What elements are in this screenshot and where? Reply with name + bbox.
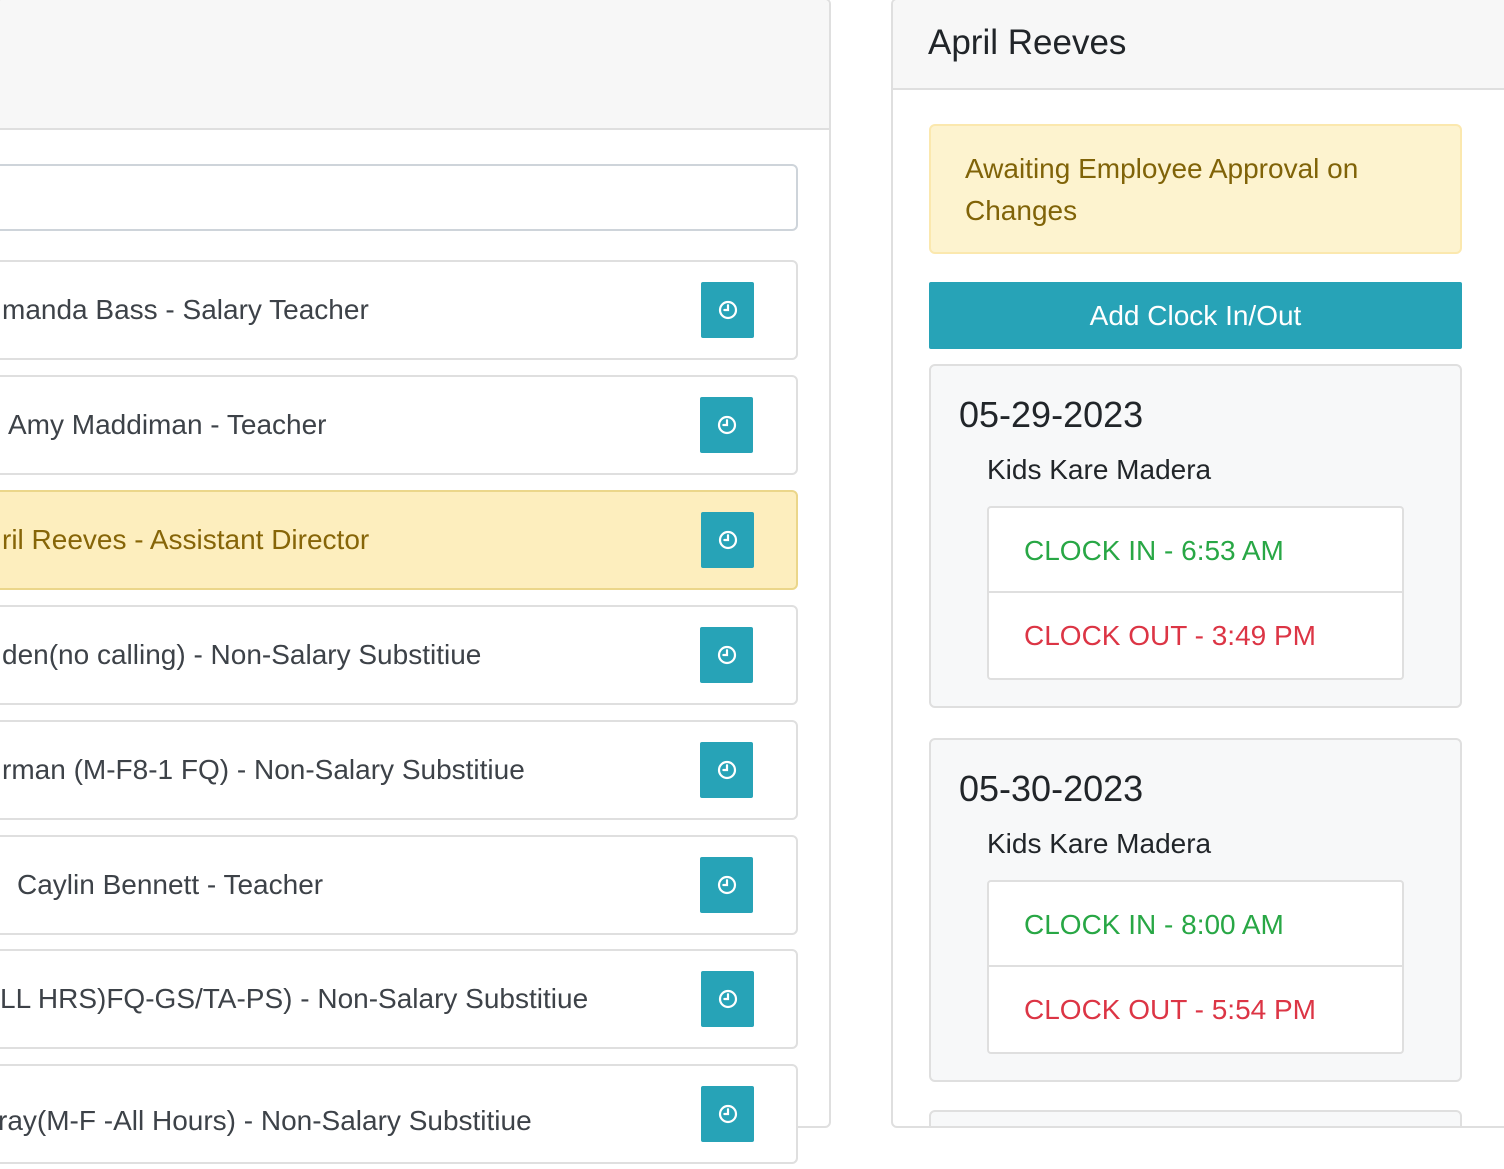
employee-list-item[interactable]: rman (M-F8-1 FQ) - Non-Salary Substitiue <box>0 720 798 820</box>
clock-icon <box>718 300 738 320</box>
clock-icon <box>717 875 737 895</box>
clock-icon <box>718 1104 738 1124</box>
employee-list-item[interactable]: LL HRS)FQ-GS/TA-PS) - Non-Salary Substit… <box>0 949 798 1049</box>
day-location: Kids Kare Madera <box>987 828 1212 859</box>
approval-alert: Awaiting Employee Approval on Changes <box>929 124 1462 254</box>
clock-icon <box>717 645 737 665</box>
day-date: 05-29-2023 <box>959 394 1144 435</box>
punch-list: CLOCK IN - 8:00 AM CLOCK OUT - 5:54 PM <box>987 880 1404 1054</box>
day-card: 05-29-2023 Kids Kare Madera CLOCK IN - 6… <box>929 364 1462 708</box>
punch-list: CLOCK IN - 6:53 AM CLOCK OUT - 3:49 PM <box>987 506 1404 680</box>
day-card: 05-30-2023 Kids Kare Madera CLOCK IN - 8… <box>929 738 1462 1082</box>
view-timecard-button[interactable] <box>701 282 754 338</box>
add-clock-in-out-button[interactable]: Add Clock In/Out <box>929 282 1462 349</box>
clock-out-entry[interactable]: CLOCK OUT - 3:49 PM <box>989 593 1402 678</box>
clock-icon <box>717 760 737 780</box>
employee-list-item[interactable]: manda Bass - Salary Teacher <box>0 260 798 360</box>
employee-label: ray(M-F -All Hours) - Non-Salary Substit… <box>0 1105 532 1136</box>
employee-list: manda Bass - Salary Teacher Amy Maddiman… <box>0 0 835 1164</box>
view-timecard-button[interactable] <box>701 971 754 1027</box>
clock-icon <box>717 415 737 435</box>
employee-list-item[interactable]: ray(M-F -All Hours) - Non-Salary Substit… <box>0 1064 798 1164</box>
clock-icon <box>718 989 738 1009</box>
view-timecard-button[interactable] <box>700 857 753 913</box>
view-timecard-button[interactable] <box>700 397 753 453</box>
clock-icon <box>718 530 738 550</box>
day-date: 05-30-2023 <box>959 768 1144 809</box>
employee-list-item[interactable]: Caylin Bennett - Teacher <box>0 835 798 935</box>
clock-out-entry[interactable]: CLOCK OUT - 5:54 PM <box>989 967 1402 1052</box>
employee-label: manda Bass - Salary Teacher <box>2 294 369 325</box>
day-location: Kids Kare Madera <box>987 454 1212 485</box>
employee-name-heading: April Reeves <box>893 0 1504 90</box>
view-timecard-button[interactable] <box>700 627 753 683</box>
employee-label: Amy Maddiman - Teacher <box>8 409 327 440</box>
employee-list-item[interactable]: den(no calling) - Non-Salary Substitiue <box>0 605 798 705</box>
clock-in-entry[interactable]: CLOCK IN - 8:00 AM <box>989 882 1402 967</box>
employee-list-item[interactable]: Amy Maddiman - Teacher <box>0 375 798 475</box>
employee-label: ril Reeves - Assistant Director <box>2 524 370 555</box>
employee-label: LL HRS)FQ-GS/TA-PS) - Non-Salary Substit… <box>0 983 589 1014</box>
clock-in-entry[interactable]: CLOCK IN - 6:53 AM <box>989 508 1402 593</box>
employee-label: den(no calling) - Non-Salary Substitiue <box>2 639 482 670</box>
view-timecard-button[interactable] <box>700 742 753 798</box>
employee-label: Caylin Bennett - Teacher <box>17 869 324 900</box>
timecard-detail-panel: April Reeves Awaiting Employee Approval … <box>891 0 1504 1128</box>
day-card-partial <box>929 1110 1462 1126</box>
view-timecard-button[interactable] <box>701 1086 754 1142</box>
view-timecard-button[interactable] <box>701 512 754 568</box>
employee-label: rman (M-F8-1 FQ) - Non-Salary Substitiue <box>2 754 525 785</box>
employee-list-item-selected[interactable]: ril Reeves - Assistant Director <box>0 490 798 590</box>
